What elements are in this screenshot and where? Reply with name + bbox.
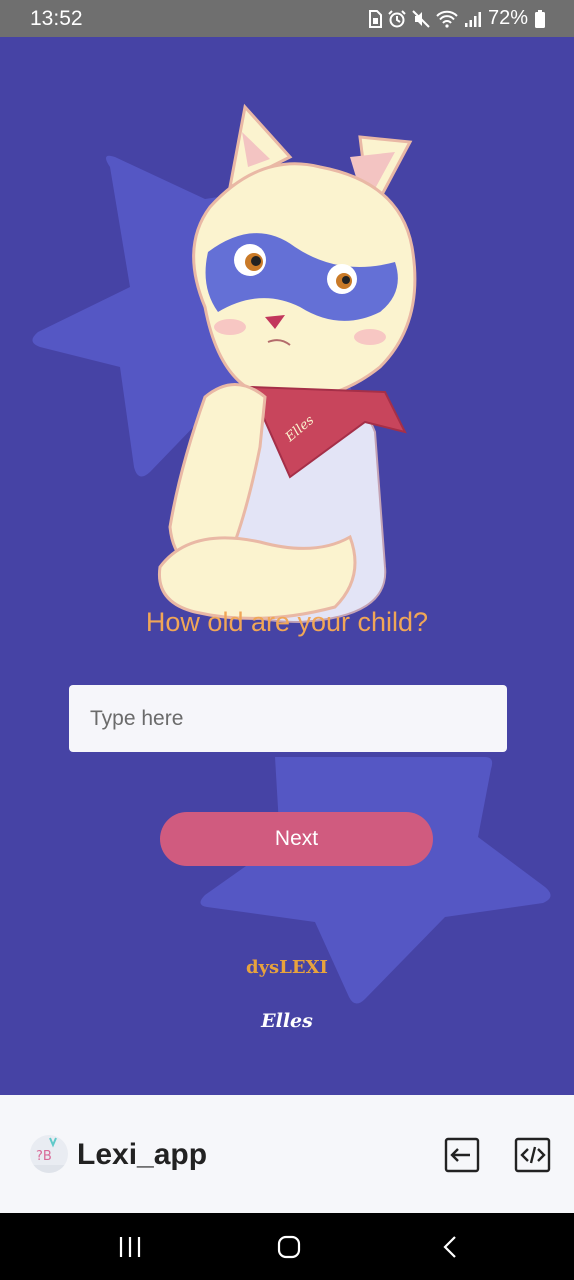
mascot-illustration: Elles: [157, 103, 417, 624]
signal-icon: [464, 11, 481, 27]
onboarding-screen: Elles How old are your child? Next dysLE…: [0, 37, 574, 1095]
background-star-bottom: [200, 757, 551, 1004]
status-bar: 13:52 72%: [0, 0, 574, 37]
mute-icon: [412, 9, 430, 28]
alarm-icon: [388, 9, 406, 27]
wifi-icon: [436, 10, 458, 28]
age-input[interactable]: [69, 685, 507, 752]
age-question: How old are your child?: [145, 607, 429, 637]
home-button[interactable]: [273, 1231, 305, 1263]
status-time: 13:52: [30, 7, 83, 30]
recents-icon: [119, 1237, 141, 1257]
exit-button[interactable]: [442, 1135, 482, 1175]
next-button[interactable]: Next: [160, 812, 433, 866]
code-view-button[interactable]: [513, 1135, 553, 1175]
app-logo-letters: ?B: [36, 1149, 52, 1164]
battery-percent: 72%: [487, 7, 528, 29]
exit-icon: [444, 1137, 480, 1173]
brand-logo-text: dysLEXI: [246, 957, 328, 978]
back-icon: [443, 1236, 456, 1258]
back-button[interactable]: [434, 1231, 466, 1263]
app-logo: ?B: [30, 1135, 68, 1173]
code-icon: [514, 1137, 551, 1173]
status-icons: 72%: [368, 7, 546, 30]
home-icon: [277, 1235, 301, 1259]
signature-text: Elles: [261, 1010, 313, 1032]
system-navigation-bar: [0, 1213, 574, 1280]
app-name: Lexi_app: [77, 1138, 208, 1171]
recents-button[interactable]: [114, 1231, 146, 1263]
app-bottom-panel: ?B Lexi_app: [0, 1095, 574, 1213]
sim-icon: [368, 9, 382, 28]
battery-icon: [535, 9, 545, 28]
